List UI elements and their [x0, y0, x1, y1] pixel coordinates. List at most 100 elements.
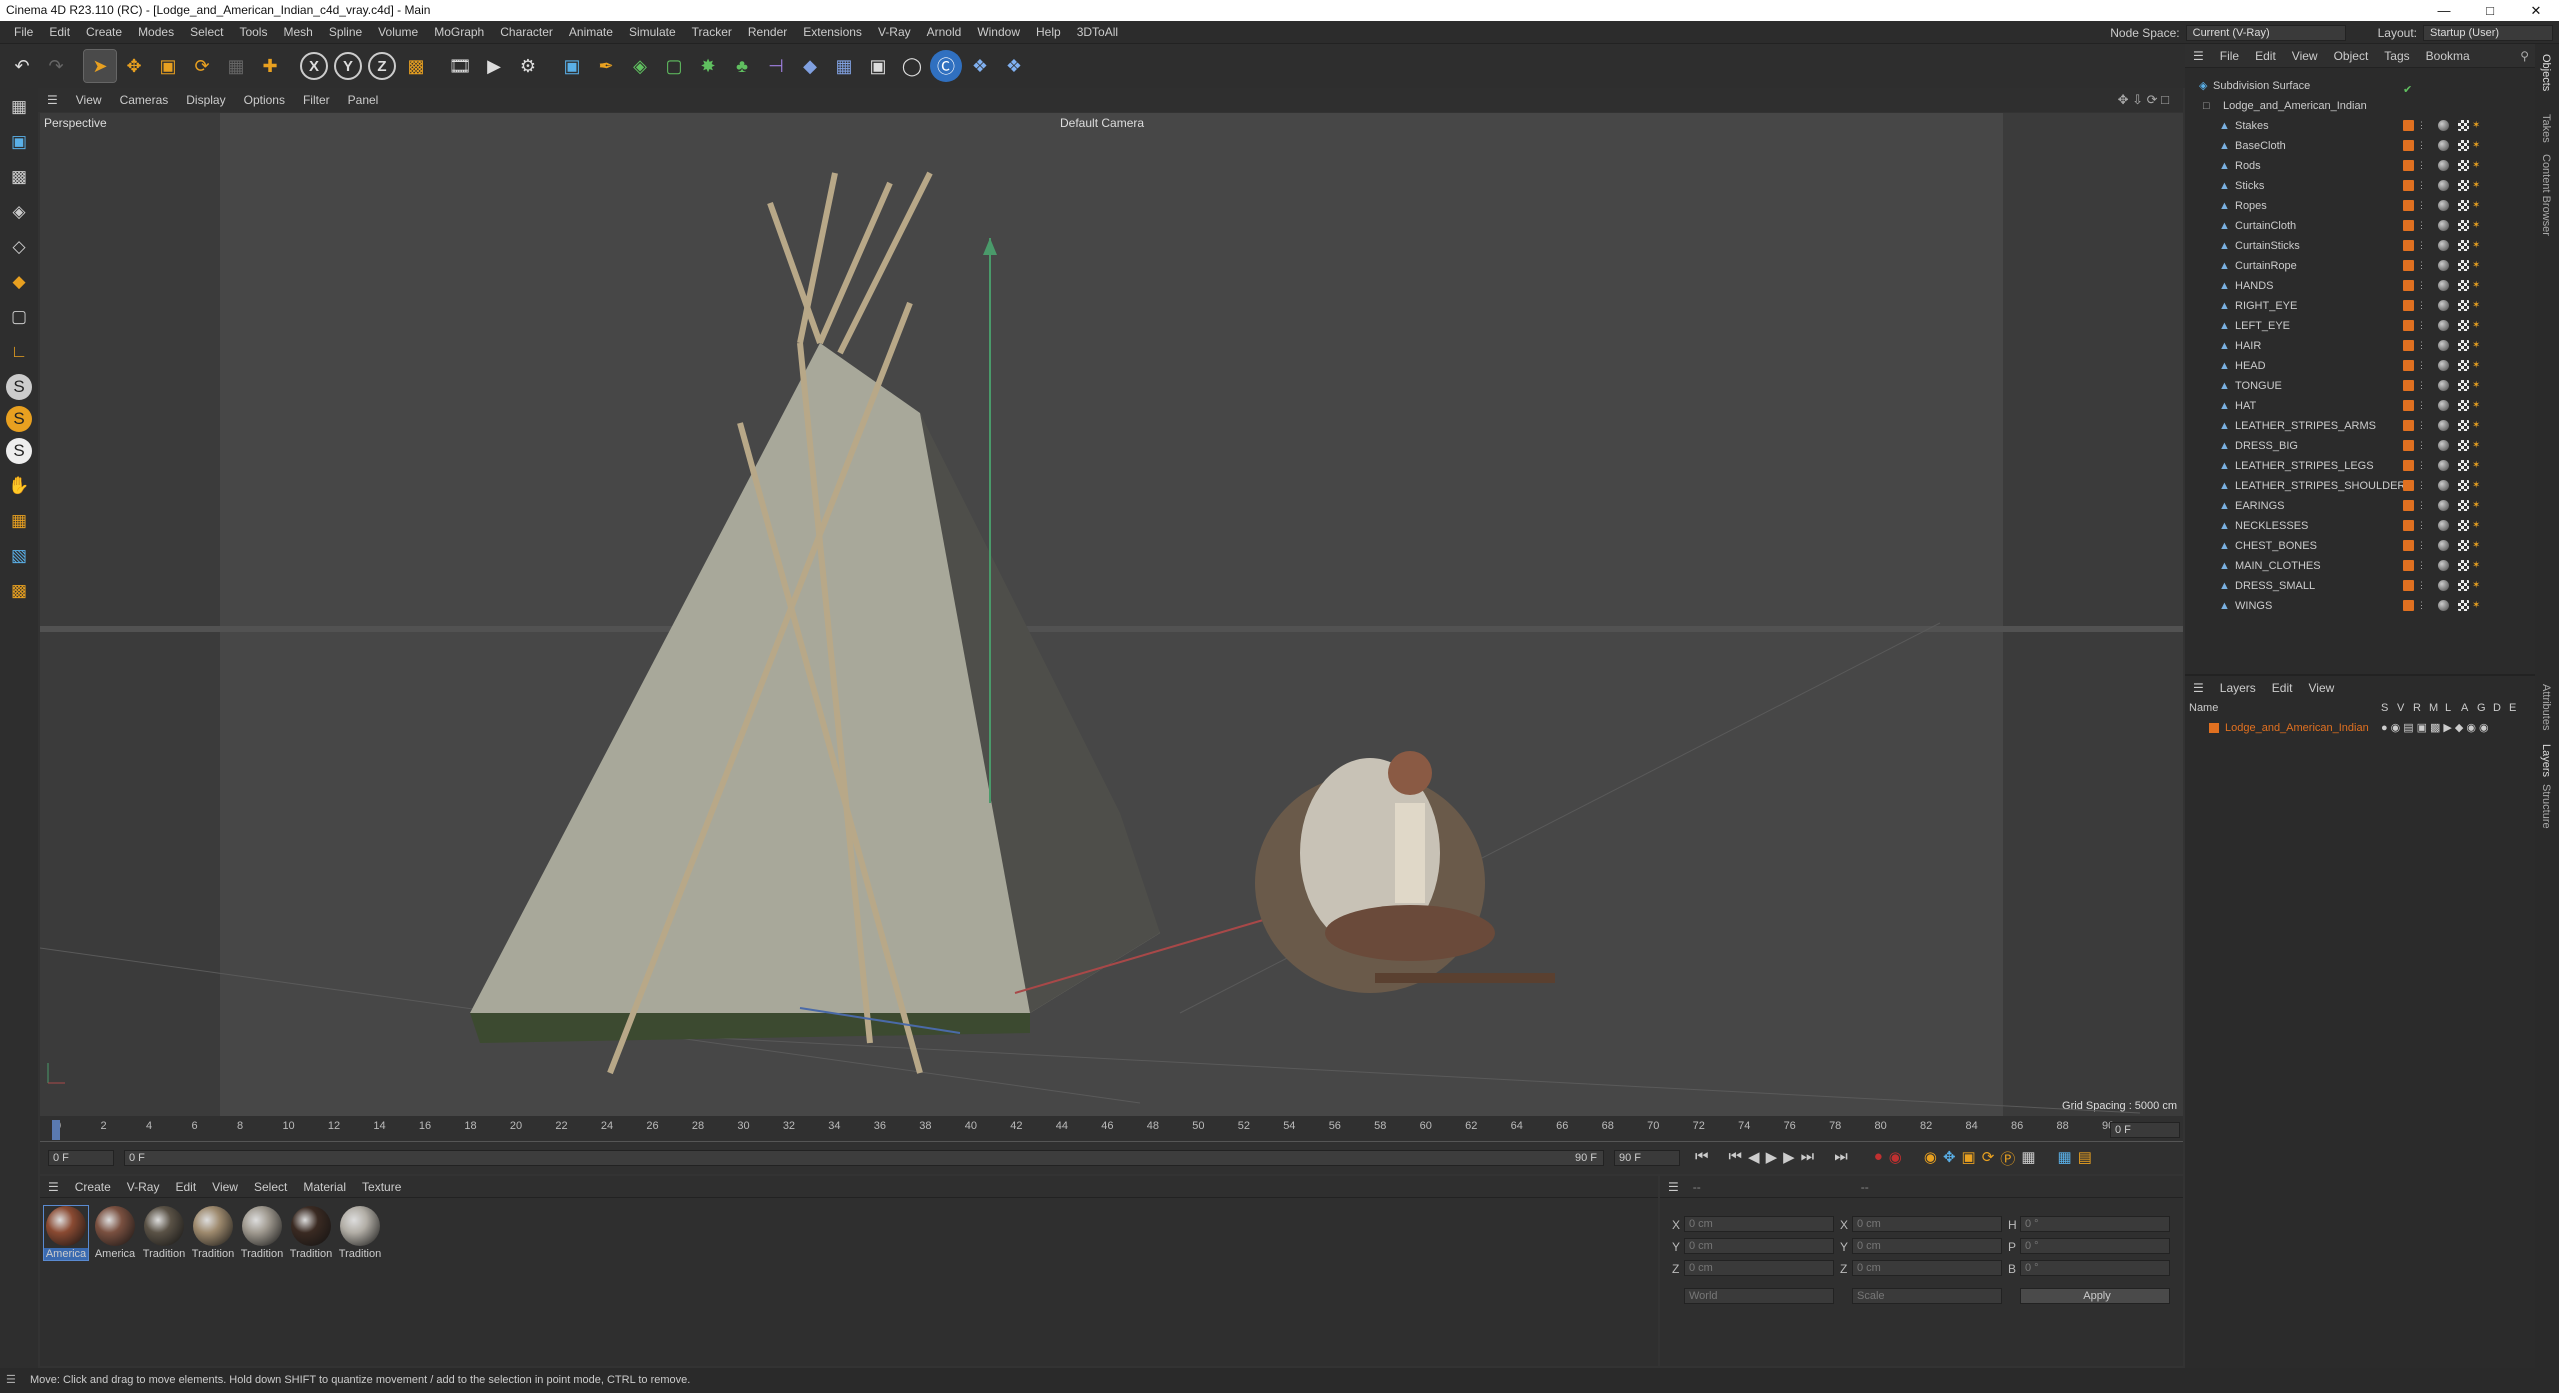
- layer-tag-icon[interactable]: [2403, 280, 2414, 291]
- material-tag-icon[interactable]: [2438, 560, 2449, 571]
- object-row[interactable]: ▲ LEFT_EYE ⋮ ✶: [2185, 316, 2535, 336]
- object-row-root[interactable]: ◈ Subdivision Surface ✔: [2185, 76, 2535, 96]
- uvw-tag-icon[interactable]: [2458, 240, 2469, 251]
- objects-menu-bookmarks[interactable]: Bookma: [2418, 49, 2478, 63]
- uvw-tag-icon[interactable]: [2458, 380, 2469, 391]
- prev-frame-icon[interactable]: ◀: [1748, 1148, 1760, 1169]
- visibility-dots-icon[interactable]: ⋮: [2417, 160, 2426, 171]
- vray-tag-icon[interactable]: ✶: [2472, 520, 2483, 531]
- layer-tag-icon[interactable]: [2403, 360, 2414, 371]
- close-icon[interactable]: ✕: [2513, 0, 2559, 21]
- menu-3dtoall[interactable]: 3DToAll: [1069, 25, 1126, 39]
- object-row[interactable]: ▲ Rods ⋮ ✶: [2185, 156, 2535, 176]
- material-tag-icon[interactable]: [2438, 240, 2449, 251]
- uvw-tag-icon[interactable]: [2458, 120, 2469, 131]
- object-row[interactable]: ▲ TONGUE ⋮ ✶: [2185, 376, 2535, 396]
- key-pla-icon[interactable]: ▦: [2021, 1148, 2035, 1169]
- python-script-icon[interactable]: ❖: [998, 50, 1030, 82]
- grid-icon[interactable]: ▦: [3, 505, 35, 537]
- visibility-dots-icon[interactable]: ⋮: [2417, 580, 2426, 591]
- layout-dropdown[interactable]: Startup (User): [2423, 24, 2553, 41]
- vray-tag-icon[interactable]: ✶: [2472, 380, 2483, 391]
- material-tag-icon[interactable]: [2438, 160, 2449, 171]
- menu-extensions[interactable]: Extensions: [795, 25, 870, 39]
- material-tag-icon[interactable]: [2438, 500, 2449, 511]
- y-axis-lock-icon[interactable]: Y: [334, 52, 362, 80]
- objects-menu-view[interactable]: View: [2284, 49, 2326, 63]
- coords-hamburger-icon[interactable]: ☰: [1660, 1180, 1687, 1194]
- visibility-dots-icon[interactable]: ⋮: [2417, 260, 2426, 271]
- uvw-tag-icon[interactable]: [2458, 440, 2469, 451]
- layer-tag-icon[interactable]: [2403, 320, 2414, 331]
- texture-mode-icon[interactable]: ▩: [3, 161, 35, 193]
- render-region-icon[interactable]: 🎞: [444, 50, 476, 82]
- layer-tag-icon[interactable]: [2403, 600, 2414, 611]
- transform-tool-icon[interactable]: ▦: [220, 50, 252, 82]
- material-menu-material[interactable]: Material: [295, 1180, 354, 1194]
- layer-tag-icon[interactable]: [2403, 160, 2414, 171]
- uvw-tag-icon[interactable]: [2458, 400, 2469, 411]
- object-row[interactable]: ▲ BaseCloth ⋮ ✶: [2185, 136, 2535, 156]
- layer-tag-icon[interactable]: [2403, 300, 2414, 311]
- menu-arnold[interactable]: Arnold: [919, 25, 970, 39]
- layer-color-swatch[interactable]: [2209, 723, 2219, 733]
- material-tag-icon[interactable]: [2438, 580, 2449, 591]
- tab-layers[interactable]: Layers: [2540, 744, 2552, 777]
- material-tag-icon[interactable]: [2438, 440, 2449, 451]
- viewport-menu-view[interactable]: View: [67, 93, 111, 107]
- deformer-icon[interactable]: ⊣: [760, 50, 792, 82]
- render-view-icon[interactable]: ▶: [478, 50, 510, 82]
- object-row[interactable]: ▲ HANDS ⋮ ✶: [2185, 276, 2535, 296]
- layer-tag-icon[interactable]: [2403, 500, 2414, 511]
- size-x-field[interactable]: 0 cm: [1852, 1216, 2002, 1232]
- light-icon[interactable]: ◯: [896, 50, 928, 82]
- playhead-marker[interactable]: [52, 1120, 60, 1140]
- menu-render[interactable]: Render: [740, 25, 795, 39]
- uvw-tag-icon[interactable]: [2458, 500, 2469, 511]
- layers-menu-layers[interactable]: Layers: [2212, 681, 2264, 695]
- object-row[interactable]: ▲ EARINGS ⋮ ✶: [2185, 496, 2535, 516]
- material-tag-icon[interactable]: [2438, 340, 2449, 351]
- material-tag-icon[interactable]: [2438, 260, 2449, 271]
- object-row[interactable]: ▲ HEAD ⋮ ✶: [2185, 356, 2535, 376]
- axis-mode-icon[interactable]: ∟: [3, 336, 35, 368]
- vray-tag-icon[interactable]: ✶: [2472, 500, 2483, 511]
- pos-x-field[interactable]: 0 cm: [1684, 1216, 1834, 1232]
- layer-toggle-icons[interactable]: ●◉▤▣▩▶◆◉◉: [2381, 718, 2492, 738]
- layer-tag-icon[interactable]: [2403, 520, 2414, 531]
- layer-tag-icon[interactable]: [2403, 400, 2414, 411]
- vray-tag-icon[interactable]: ✶: [2472, 260, 2483, 271]
- floor-icon[interactable]: ▦: [828, 50, 860, 82]
- material-menu-edit[interactable]: Edit: [167, 1180, 204, 1194]
- visibility-dots-icon[interactable]: ⋮: [2417, 280, 2426, 291]
- cube-primitive-icon[interactable]: ▣: [556, 50, 588, 82]
- material-tag-icon[interactable]: [2438, 520, 2449, 531]
- size-z-field[interactable]: 0 cm: [1852, 1260, 2002, 1276]
- points-mode-icon[interactable]: ◈: [3, 196, 35, 228]
- object-row[interactable]: ▲ DRESS_BIG ⋮ ✶: [2185, 436, 2535, 456]
- menu-spline[interactable]: Spline: [321, 25, 370, 39]
- menu-mesh[interactable]: Mesh: [275, 25, 320, 39]
- uvw-tag-icon[interactable]: [2458, 160, 2469, 171]
- vray-tag-icon[interactable]: ✶: [2472, 580, 2483, 591]
- uvw-tag-icon[interactable]: [2458, 580, 2469, 591]
- edges-mode-icon[interactable]: ◇: [3, 231, 35, 263]
- tab-objects[interactable]: Objects: [2540, 54, 2552, 91]
- visibility-dots-icon[interactable]: ⋮: [2417, 340, 2426, 351]
- material-menu-select[interactable]: Select: [246, 1180, 295, 1194]
- objects-menu-file[interactable]: File: [2212, 49, 2247, 63]
- menu-tracker[interactable]: Tracker: [684, 25, 740, 39]
- material-tag-icon[interactable]: [2438, 180, 2449, 191]
- layer-tag-icon[interactable]: [2403, 420, 2414, 431]
- current-frame-field[interactable]: 0 F: [2110, 1122, 2180, 1138]
- material-tag-icon[interactable]: [2438, 400, 2449, 411]
- object-row[interactable]: ▲ RIGHT_EYE ⋮ ✶: [2185, 296, 2535, 316]
- uvw-tag-icon[interactable]: [2458, 200, 2469, 211]
- material-swatch[interactable]: America: [43, 1205, 89, 1261]
- viewport-menu-options[interactable]: Options: [235, 93, 294, 107]
- python-icon[interactable]: ❖: [964, 50, 996, 82]
- frame-range-slider[interactable]: 0 F 90 F: [124, 1150, 1604, 1166]
- visibility-dots-icon[interactable]: ⋮: [2417, 540, 2426, 551]
- camera-icon[interactable]: ▣: [862, 50, 894, 82]
- visibility-dots-icon[interactable]: ⋮: [2417, 240, 2426, 251]
